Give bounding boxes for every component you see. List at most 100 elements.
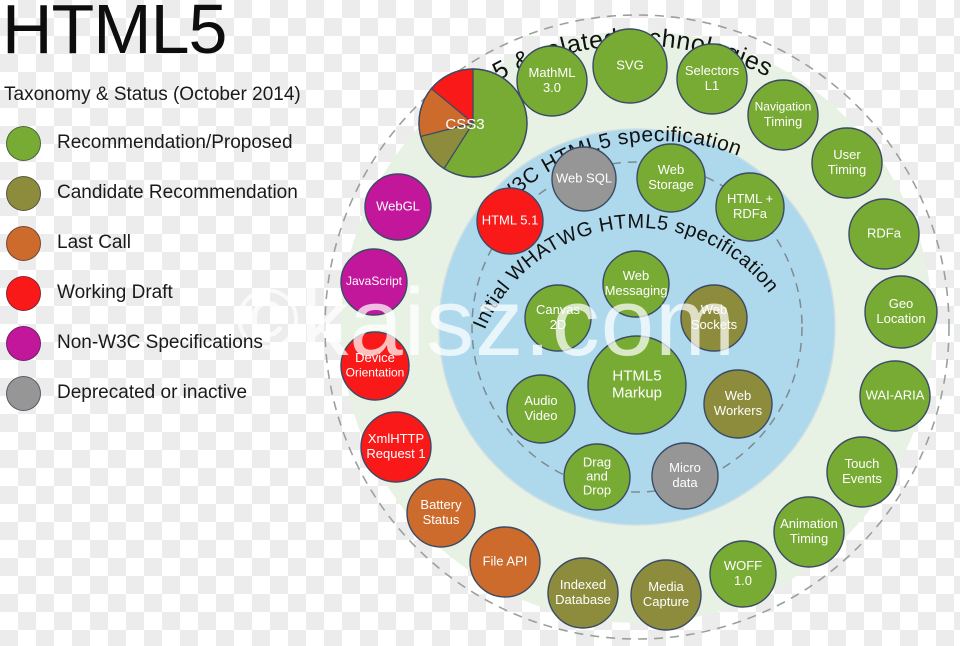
bubble-label: Device [355,350,395,365]
tech-bubble[interactable]: WebSockets [680,284,748,352]
tech-bubble[interactable]: HTML 5.1 [476,187,544,255]
bubble-label: Web [725,388,752,403]
bubble-label: Markup [612,384,662,401]
tech-bubble[interactable]: WebStorage [636,143,706,213]
bubble-label: HTML + [727,191,773,206]
bubble-label: Micro [669,460,701,475]
bubble-label: Media [648,579,684,594]
bubble-label: Capture [643,594,689,609]
legend-label: Recommendation/Proposed [57,132,293,153]
legend-item: Non-W3C Specifications [0,318,352,368]
tech-bubble[interactable]: HTML +RDFa [715,172,785,242]
tech-bubble[interactable]: AudioVideo [506,374,576,444]
bubble-label: Request 1 [366,446,425,461]
legend-label: Last Call [57,232,131,253]
tech-bubble[interactable]: BatteryStatus [406,478,476,548]
tech-bubble[interactable]: File API [469,526,541,598]
tech-bubble[interactable]: DragandDrop [563,443,631,511]
pie-chart-label: CSS3 [445,116,484,133]
bubble-label: 1.0 [734,573,752,588]
bubble-label: RDFa [867,225,902,240]
page-subtitle: Taxonomy & Status (October 2014) [4,84,301,105]
legend-list: Recommendation/Proposed Candidate Recomme… [0,118,352,418]
legend-label: Working Draft [57,282,173,303]
bubble-label: JavaScript [346,274,403,288]
bubble-label: Location [876,311,925,326]
bubble-label: Database [555,592,611,607]
bubble-label: Timing [764,114,803,129]
bubble-label: Status [423,512,460,527]
bubble-label: Audio [524,393,557,408]
bubble-label: Orientation [346,366,405,380]
css3-pie-chart: CSS3 [418,68,528,178]
legend-item: Working Draft [0,268,352,318]
bubble-label: WOFF [724,558,762,573]
legend-swatch [6,125,41,161]
tech-bubble[interactable]: NavigationTiming [747,79,819,151]
legend-item: Deprecated or inactive [0,368,352,418]
tech-bubble[interactable]: UserTiming [811,127,883,199]
tech-bubble[interactable]: XmlHTTPRequest 1 [360,411,432,483]
tech-bubble[interactable]: MathML3.0 [516,45,588,117]
legend-label: Deprecated or inactive [57,382,248,403]
legend-swatch [6,375,41,411]
bubble-label: Timing [790,531,829,546]
bubble-label: WebGL [376,198,420,213]
bubble-label: Drop [583,482,611,497]
tech-bubble[interactable]: WebGL [364,173,432,241]
legend-swatch [6,175,41,211]
bubble-label: HTML5 [612,367,661,384]
tech-bubble[interactable]: IndexedDatabase [547,557,619,629]
bubble-label: Canvas [536,302,581,317]
tech-bubble[interactable]: WOFF1.0 [709,540,777,608]
bubble-label: Video [524,408,557,423]
tech-bubble[interactable]: TouchEvents [826,436,898,508]
bubble-label: User [833,147,861,162]
bubble-label: Touch [845,456,880,471]
bubble-label: Animation [780,516,838,531]
legend-item: Last Call [0,218,352,268]
bubble-label: WAI-ARIA [866,387,925,402]
tech-bubble[interactable]: WAI-ARIA [859,360,931,432]
diagram-stage: HTML5 & related technologies W3C HTML5 s… [0,0,960,646]
bubble-label: File API [483,553,528,568]
bubble-label: SVG [616,57,643,72]
bubble-label: Web [701,302,728,317]
tech-bubble[interactable]: Canvas2D [524,284,592,352]
bubble-label: Indexed [560,577,606,592]
tech-bubble[interactable]: HTML5Markup [587,335,687,435]
legend-panel: HTML5 Taxonomy & Status (October 2014) R… [0,0,352,420]
tech-bubble[interactable]: AnimationTiming [773,496,845,568]
tech-bubble[interactable]: Microdata [651,442,719,510]
bubble-label: RDFa [733,206,768,221]
legend-label: Candidate Recommendation [57,182,298,203]
legend-label: Non-W3C Specifications [57,332,263,353]
bubble-label: XmlHTTP [368,431,424,446]
tech-bubble[interactable]: WebMessaging [602,250,670,318]
tech-bubble[interactable]: SVG [592,28,668,104]
legend-item: Recommendation/Proposed [0,118,352,168]
legend-swatch [6,325,41,361]
bubble-label: Web [623,268,650,283]
bubble-label: Web [658,162,685,177]
bubble-label: Messaging [605,283,668,298]
legend-item: Candidate Recommendation [0,168,352,218]
tech-bubble[interactable]: Web SQL [551,146,617,212]
bubble-label: Workers [714,403,763,418]
bubble-label: Events [842,471,882,486]
legend-swatch [6,275,41,311]
tech-bubble[interactable]: RDFa [848,198,920,270]
tech-bubble[interactable]: WebWorkers [703,369,773,439]
legend-swatch [6,225,41,261]
bubble-label: Storage [648,177,694,192]
bubble-label: 3.0 [543,80,561,95]
bubble-label: HTML 5.1 [482,212,539,227]
bubble-label: Timing [828,162,867,177]
bubble-label: Web SQL [556,170,612,185]
tech-bubble[interactable]: MediaCapture [630,559,702,631]
tech-bubble[interactable]: GeoLocation [864,275,938,349]
bubble-label: Geo [889,296,914,311]
bubble-label: Navigation [755,100,812,114]
tech-bubble[interactable]: SelectorsL1 [676,43,748,115]
bubble-label: Battery [420,497,462,512]
